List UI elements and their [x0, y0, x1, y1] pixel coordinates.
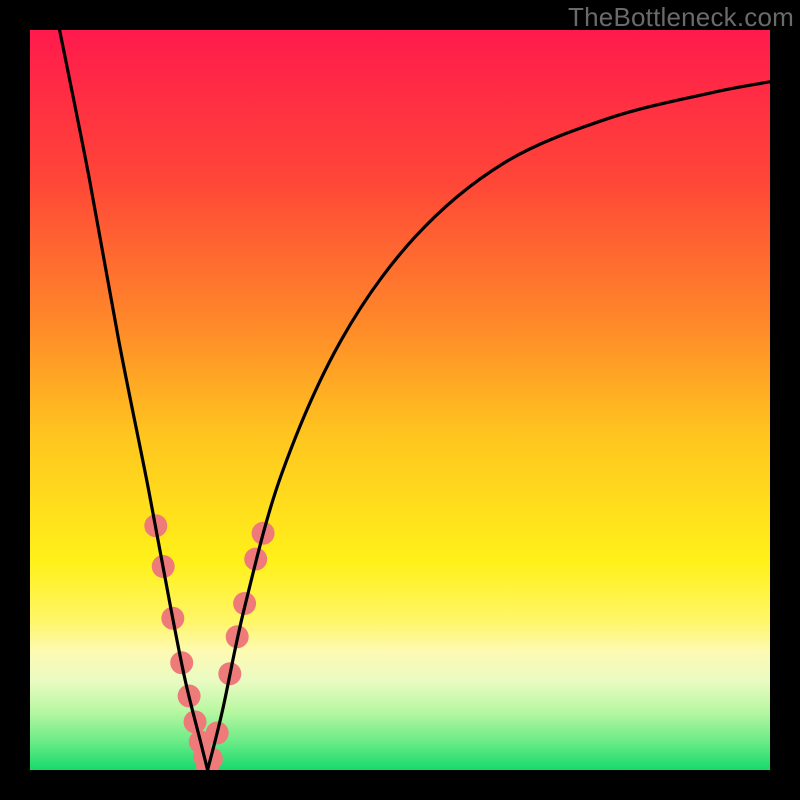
watermark-text: TheBottleneck.com [568, 2, 794, 33]
chart-curves [30, 30, 770, 770]
plot-area [30, 30, 770, 770]
chart-frame: TheBottleneck.com [0, 0, 800, 800]
curve-right-arm [208, 82, 770, 770]
marker-layer [144, 514, 274, 770]
